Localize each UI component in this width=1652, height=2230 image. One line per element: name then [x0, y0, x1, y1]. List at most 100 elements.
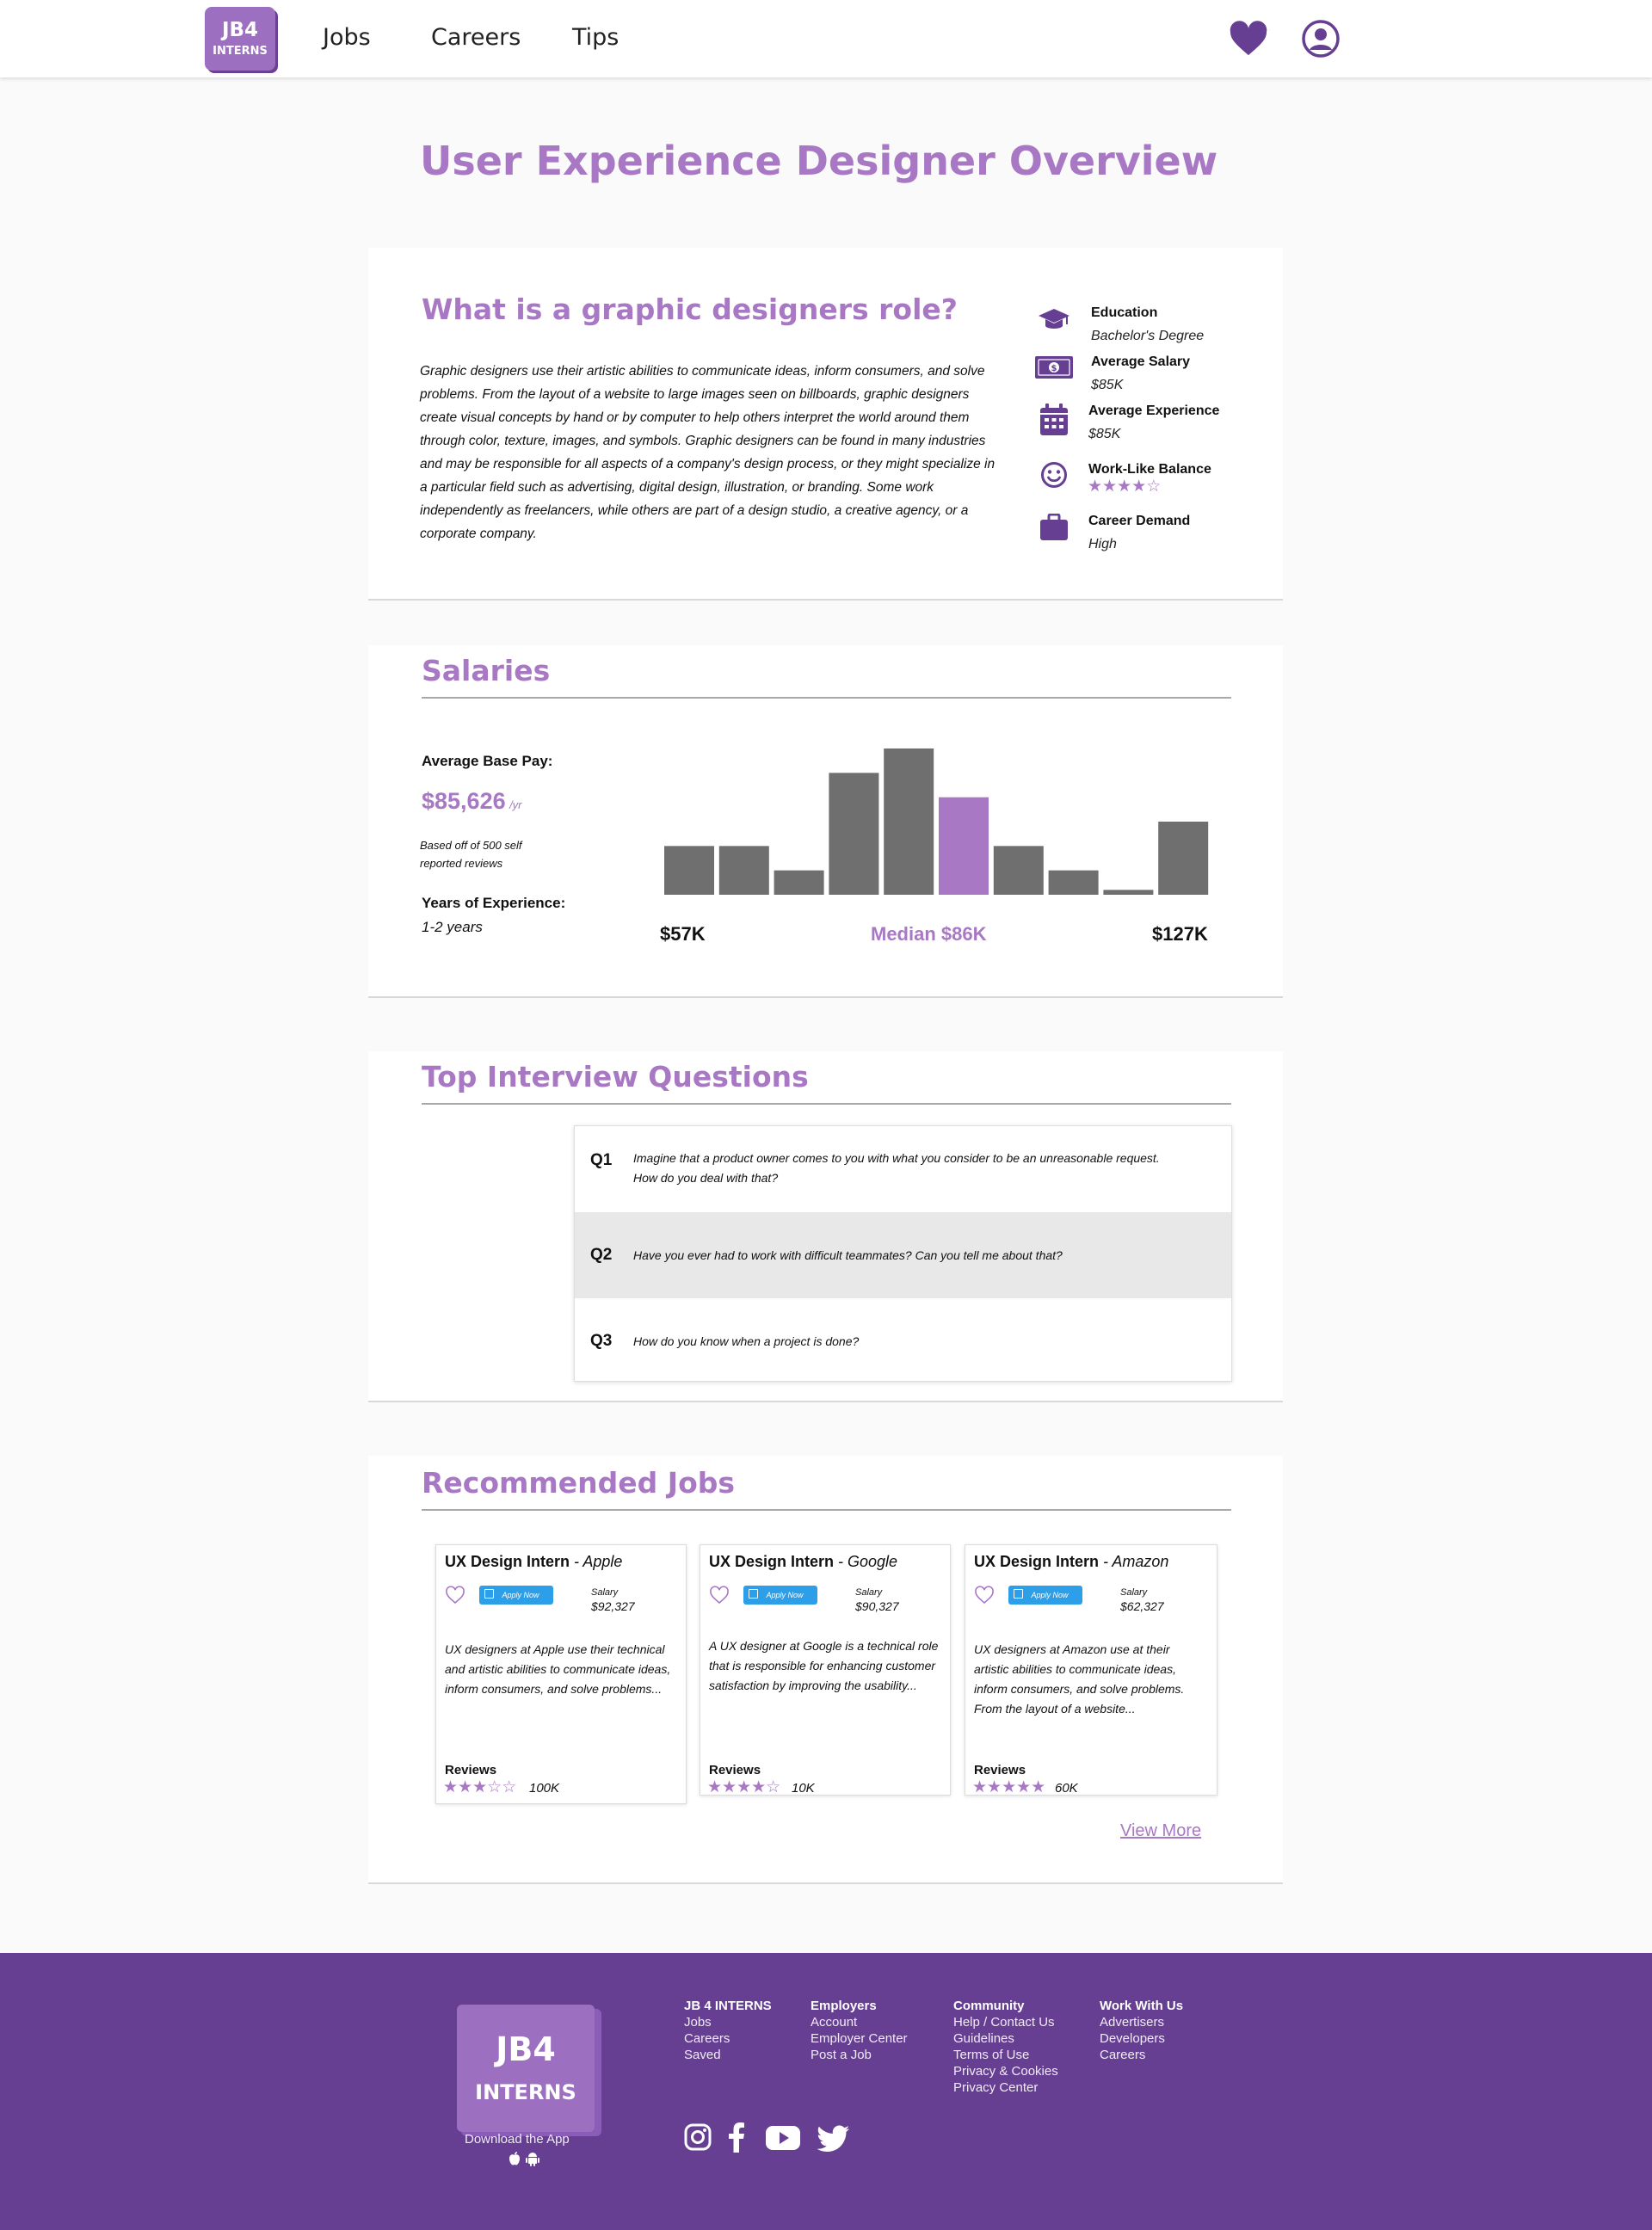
save-heart-icon[interactable] [709, 1586, 730, 1605]
star-filled-icon: ★ [1088, 477, 1103, 496]
salary-value: $92,327 [591, 1599, 635, 1613]
salary-label: Salary [1120, 1587, 1148, 1598]
job-role: UX Design Intern [974, 1553, 1100, 1570]
download-app-label: Download the App [465, 2132, 570, 2147]
pay-basis-note: Based off of 500 self reported reviews [420, 836, 522, 872]
footer-link[interactable]: Terms of Use [953, 2048, 1029, 2062]
twitter-icon[interactable] [817, 2125, 850, 2153]
nav-careers[interactable]: Careers [431, 24, 521, 51]
stat-demand-value: High [1088, 537, 1117, 551]
footer-col-head: Community [953, 1999, 1025, 2013]
review-count: 100K [529, 1781, 560, 1796]
footer-logo[interactable]: JB4 INTERNS [457, 2005, 595, 2132]
job-title: UX Design Intern - Amazon [974, 1553, 1168, 1571]
stat-balance-label: Work-Like Balance [1088, 462, 1211, 477]
role-description: Graphic designers use their artistic abi… [420, 364, 996, 541]
question-row[interactable]: Q2 Have you ever had to work with diffic… [575, 1212, 1231, 1298]
apply-now-button[interactable]: Apply Now [1008, 1586, 1082, 1605]
facebook-icon[interactable] [728, 2122, 745, 2153]
youtube-icon[interactable] [766, 2126, 800, 2150]
footer-link[interactable]: Careers [684, 2031, 730, 2046]
job-company: - Amazon [1099, 1553, 1169, 1570]
instagram-icon[interactable] [684, 2123, 712, 2151]
nav-tips[interactable]: Tips [572, 24, 619, 51]
footer-link[interactable]: Saved [684, 2048, 721, 2062]
footer-link[interactable]: Help / Contact Us [953, 2015, 1055, 2030]
histogram-bar [774, 870, 824, 895]
save-heart-icon[interactable] [445, 1586, 465, 1605]
rating-stars: ★★★★☆ [707, 1778, 781, 1796]
smiley-icon [1041, 462, 1067, 488]
experience-value: 1-2 years [422, 919, 483, 935]
job-card[interactable]: UX Design Intern - Google Apply Now Sala… [700, 1544, 951, 1796]
job-title: UX Design Intern - Google [709, 1553, 897, 1571]
salaries-divider [422, 697, 1231, 699]
footer-link[interactable]: Privacy & Cookies [953, 2064, 1058, 2079]
job-card[interactable]: UX Design Intern - Amazon Apply Now Sala… [965, 1544, 1217, 1796]
footer-col-head: Work With Us [1100, 1999, 1184, 2013]
footer-link[interactable]: Advertisers [1100, 2015, 1164, 2030]
calendar-icon [1040, 403, 1068, 435]
reviews-label: Reviews [974, 1763, 1026, 1777]
stat-balance-rating: ★★★★☆ [1088, 477, 1161, 496]
avg-base-pay-label: Average Base Pay: [422, 753, 553, 769]
star-filled-icon: ★ [1117, 477, 1132, 496]
stat-demand-label: Career Demand [1088, 514, 1191, 528]
star-filled-icon: ★ [1131, 477, 1147, 496]
logo-text-bottom: INTERNS [213, 45, 268, 58]
reviews-label: Reviews [445, 1763, 497, 1777]
salary-label: Salary [855, 1587, 883, 1598]
stat-experience-value: $85K [1088, 427, 1121, 441]
jobs-divider [422, 1509, 1231, 1511]
external-link-icon [1014, 1589, 1023, 1599]
footer-link[interactable]: Jobs [684, 2015, 712, 2030]
money-bill-icon: $ [1035, 356, 1073, 379]
stat-salary-value: $85K [1091, 378, 1124, 392]
apply-now-button[interactable]: Apply Now [479, 1586, 553, 1605]
pay-basis-line1: Based off of 500 self [420, 839, 522, 852]
question-text: Imagine that a product owner comes to yo… [633, 1151, 1160, 1185]
stat-experience-label: Average Experience [1088, 403, 1220, 418]
salary-label: Salary [591, 1587, 619, 1598]
job-description: UX designers at Apple use their technica… [445, 1642, 671, 1696]
favorites-heart-icon[interactable] [1229, 21, 1268, 57]
android-icon[interactable] [525, 2151, 540, 2166]
avg-pay-unit: /yr [509, 798, 522, 811]
view-more-link[interactable]: View More [1120, 1821, 1201, 1841]
histogram-bar [884, 748, 934, 895]
profile-icon[interactable] [1301, 19, 1341, 59]
footer-link[interactable]: Post a Job [811, 2048, 872, 2062]
question-row[interactable]: Q1 Imagine that a product owner comes to… [575, 1126, 1231, 1212]
job-role: UX Design Intern [709, 1553, 835, 1570]
review-count: 10K [792, 1781, 815, 1796]
question-row[interactable]: Q3 How do you know when a project is don… [575, 1298, 1231, 1381]
histogram-bar [1158, 822, 1209, 895]
apply-now-button[interactable]: Apply Now [743, 1586, 817, 1605]
save-heart-icon[interactable] [974, 1586, 995, 1605]
histogram-bar [718, 846, 769, 895]
histogram-bar [829, 773, 879, 895]
footer-link[interactable]: Developers [1100, 2031, 1165, 2046]
footer-link[interactable]: Guidelines [953, 2031, 1014, 2046]
stat-salary-label: Average Salary [1091, 354, 1191, 369]
nav-jobs[interactable]: Jobs [323, 24, 371, 51]
question-text: Have you ever had to work with difficult… [633, 1248, 1063, 1262]
interview-divider [422, 1103, 1231, 1105]
footer-link[interactable]: Careers [1100, 2048, 1145, 2062]
job-company: - Google [834, 1553, 898, 1570]
footer-link[interactable]: Privacy Center [953, 2080, 1038, 2095]
footer-logo-text-bottom: INTERNS [475, 2080, 576, 2104]
review-count: 60K [1055, 1781, 1078, 1796]
site-logo[interactable]: JB4 INTERNS [205, 7, 275, 71]
job-card[interactable]: UX Design Intern - Apple Apply Now Salar… [435, 1544, 687, 1804]
footer-link[interactable]: Account [811, 2015, 857, 2030]
site-footer: JB4 INTERNS Download the App JB 4 INTERN… [0, 1953, 1652, 2230]
question-text: How do you know when a project is done? [633, 1334, 860, 1348]
salary-histogram [664, 748, 1209, 895]
avg-pay-amount: $85,626 [422, 788, 506, 814]
star-empty-icon: ☆ [766, 1778, 781, 1796]
question-number: Q2 [590, 1246, 613, 1264]
footer-link[interactable]: Employer Center [811, 2031, 908, 2046]
job-description: A UX designer at Google is a technical r… [709, 1639, 939, 1692]
apple-icon[interactable] [508, 2151, 521, 2166]
